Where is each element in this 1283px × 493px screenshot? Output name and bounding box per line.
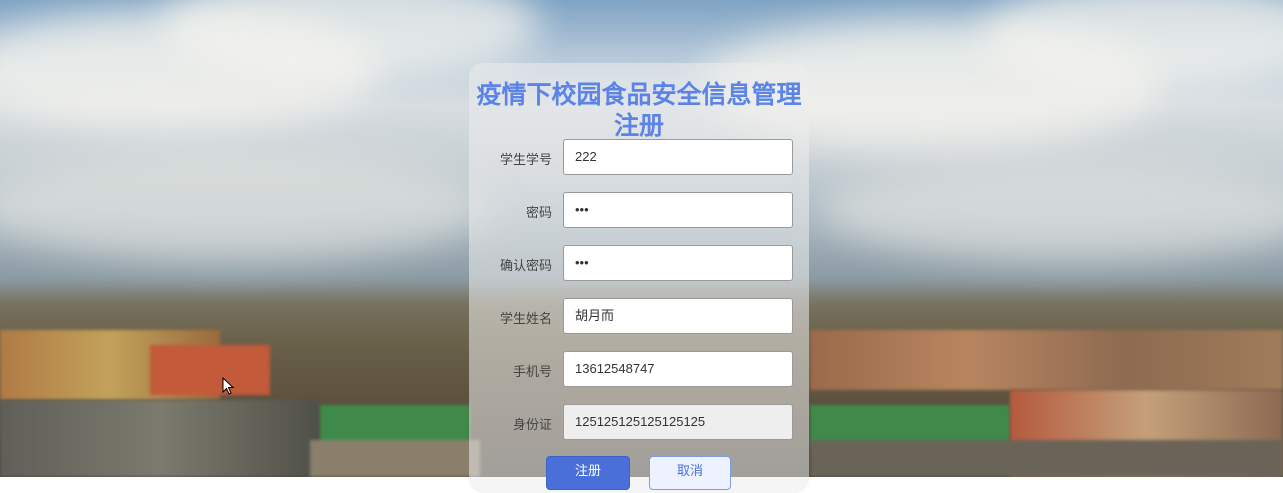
field-row-student-name: 学生姓名 胡月而 bbox=[469, 298, 809, 336]
phone-input[interactable]: 13612548747 bbox=[563, 351, 793, 387]
title-line-2: 注册 bbox=[613, 111, 664, 140]
student-id-input[interactable]: 222 bbox=[563, 139, 793, 175]
password-label: 密码 bbox=[525, 206, 552, 221]
id-card-input[interactable]: 125125125125125125 bbox=[563, 404, 793, 440]
phone-label: 手机号 bbox=[512, 365, 552, 380]
cancel-button[interactable]: 取消 bbox=[649, 456, 731, 490]
confirm-password-input[interactable]: ••• bbox=[563, 245, 793, 281]
field-row-phone: 手机号 13612548747 bbox=[469, 351, 809, 389]
confirm-password-label: 确认密码 bbox=[499, 259, 552, 274]
register-button[interactable]: 注册 bbox=[546, 456, 630, 490]
field-row-student-id: 学生学号 222 bbox=[469, 139, 809, 177]
title-line-1: 疫情下校园食品安全信息管理 bbox=[476, 80, 802, 109]
id-card-label: 身份证 bbox=[512, 418, 552, 433]
field-row-password: 密码 ••• bbox=[469, 192, 809, 230]
page-title: 疫情下校园食品安全信息管理 注册 bbox=[469, 79, 809, 141]
student-name-label: 学生姓名 bbox=[499, 312, 552, 327]
mouse-cursor-icon bbox=[222, 377, 234, 395]
student-id-label: 学生学号 bbox=[499, 153, 552, 168]
password-input[interactable]: ••• bbox=[563, 192, 793, 228]
field-row-confirm-password: 确认密码 ••• bbox=[469, 245, 809, 283]
field-row-id-card: 身份证 125125125125125125 bbox=[469, 404, 809, 442]
student-name-input[interactable]: 胡月而 bbox=[563, 298, 793, 334]
